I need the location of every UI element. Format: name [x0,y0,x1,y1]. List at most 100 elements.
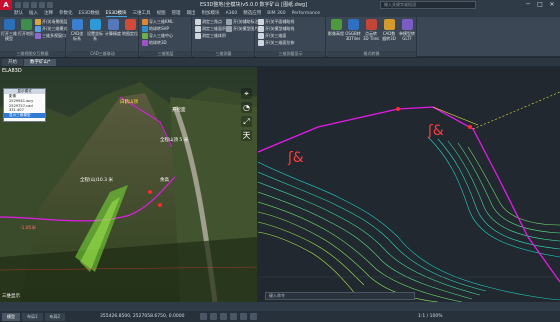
image-icon [226,26,232,32]
redo-icon[interactable] [47,2,53,8]
earth-to-3d-button[interactable]: 地球转3D [142,40,167,46]
sky-toggle-button[interactable]: 天 [241,130,252,141]
bottom-bar: 模型 布局1 布局2 [0,311,560,322]
tab-addins[interactable]: 附加模块 [202,10,220,17]
map-locate-button[interactable]: 地图定位 [122,19,138,36]
panel-title: 三维视图交互数据 [0,51,65,57]
tab-model[interactable]: 模型 [2,312,20,321]
cad-coordinate-button[interactable]: CAD坐标系 [69,19,85,41]
panel-title: 三维测量显示 [256,51,325,57]
title-bar: A ES3D整地(全模块)v5.0.0 数字矿山 [图纸.dwg] 输入关键字或… [0,0,560,10]
axis-icon [71,19,83,30]
cad-icon [383,19,395,30]
image-elevation-button[interactable]: 影像高程 [328,19,344,36]
cad-drawing-viewport[interactable]: ʃ& ʃ& [258,67,560,302]
kml-icon [142,19,148,25]
dropdown-item-selected[interactable]: 显示三维模型 [4,113,45,118]
cad-to-3d-button[interactable]: CAD数据转3D [381,19,397,41]
tab-3d-tools[interactable]: 三维工具 [133,10,151,17]
scene-label: -1.85米 [20,226,37,231]
precision-button[interactable]: 计算精度 [105,19,121,36]
document-tab-bar: 开始 数字矿山* [0,58,560,66]
ribbon-panel-3d-measure: 测定三角点 测定三维面积 测定三维体积 开/关辅助标注 开/关模型图片 三维测量 [193,17,258,57]
toggle-aux-label-button[interactable]: 开/关辅助标注 [226,19,258,25]
osgb-icon [347,19,359,30]
window-title: ES3D整地(全模块)v5.0.0 数字矿山 [图纸.dwg] [200,2,308,8]
measure-triangle-button[interactable]: 测定三角点 [195,19,222,25]
toggle-3d-face-button[interactable]: 开/关三维面 [258,33,286,39]
toggle-3d-face-extrude-button[interactable]: 开/关三维面拉伸 [258,40,294,46]
orbit-icon[interactable]: ◔ [241,102,252,113]
doc-tab-drawing[interactable]: 数字矿山* [24,59,57,66]
elevation-icon [330,19,342,30]
tab-layout-1[interactable]: 布局1 [22,312,43,321]
calculator-icon [107,19,119,30]
tab-view[interactable]: 视图 [157,10,166,17]
grid-icon[interactable] [200,313,207,320]
fullscreen-icon[interactable]: ⤢ [241,116,252,127]
3d-navigation-bar: ⌖ ◔ ⤢ 天 [241,88,255,144]
minimize-button[interactable]: ─ [522,0,534,10]
undo-icon[interactable] [39,2,45,8]
ribbon-panel-3d-display: 开/关平面辅助线 开/关模型辅助线 开/关三维面 开/关三维面拉伸 三维测量显示 [256,17,326,57]
polar-icon[interactable] [230,313,237,320]
osnap-icon[interactable] [240,313,247,320]
multi-view-button[interactable]: 三维多视窗口 [35,33,66,39]
toggle-model-image-button[interactable]: 开/关模型图片 [226,26,258,32]
import-3d-center-button[interactable]: 导入三维中心 [142,33,173,39]
measure-area-button[interactable]: 测定三维面积 [195,26,226,32]
tab-manage[interactable]: 管理 [172,10,181,17]
import-kml-button[interactable]: 导入三维KML [142,19,173,25]
search-input[interactable]: 输入关键字或短语 [380,1,476,9]
svg-text:ʃ&: ʃ& [427,123,444,139]
display-mode-dropdown[interactable]: 显示模式 影像 2529541.wcy 2529757.cad 331.407 … [3,88,46,122]
model-icon [142,40,148,46]
tab-output[interactable]: 输出 [187,10,196,17]
save-icon[interactable] [31,2,37,8]
measure-volume-button[interactable]: 测定三维体积 [195,33,226,39]
toggle-scene-layer-button[interactable]: 开/关场景图层 [35,19,67,25]
coordinate-readout: 355426.8500, 2527058.6750, 0.0000 [100,314,185,319]
maximize-button[interactable]: □ [534,0,546,10]
tab-layout-2[interactable]: 布局2 [44,312,66,321]
panel-title: 格式转换 [327,51,416,57]
area-icon [195,26,201,32]
model-to-gltf-button[interactable]: 单模型转GLTF [399,19,415,41]
open-file-icon[interactable] [23,2,29,8]
earth-icon [142,26,148,32]
gltf-icon [401,19,413,30]
command-line-input[interactable]: 键入命令 [265,292,415,300]
snap-icon[interactable] [210,313,217,320]
toggle-model-aux-line-button[interactable]: 开/关模型辅助线 [258,26,294,32]
tab-featured-apps[interactable]: 精选应用 [243,10,261,17]
tab-es3d-module[interactable]: ES3D模块 [105,10,127,17]
osgb-to-3dtiles-button[interactable]: OSGB转3DTiles [345,19,361,41]
ribbon-panel-cad-link: CAD坐标系 设置坐标系 计算精度 地图定位 CAD三维联动 [67,17,139,57]
open-terrain-button[interactable]: 打开地形 [18,19,34,36]
tab-insert[interactable]: 插入 [29,10,38,17]
app-logo-icon[interactable]: A [0,0,12,10]
compass-icon[interactable]: ⌖ [241,88,252,99]
set-coordinate-button[interactable]: 设置坐标系 [87,19,103,41]
tab-annotate[interactable]: 注释 [44,10,53,17]
tab-es3d-data[interactable]: ES3D数据 [79,10,100,17]
annotation-scale[interactable]: 1:1 / 100% [418,312,442,321]
doc-tab-start[interactable]: 开始 [2,59,23,66]
new-file-icon[interactable] [15,2,21,8]
tab-parametric[interactable]: 参数化 [59,10,73,17]
open-3d-model-button[interactable]: 打开三维模型 [1,19,17,41]
toggle-3d-mode-button[interactable]: 开/关三维模式 [35,26,67,32]
tab-default[interactable]: 默认 [14,10,23,17]
toggle-plan-aux-line-button[interactable]: 开/关平面辅助线 [258,19,294,25]
tab-bim360[interactable]: BIM 360 [267,10,285,17]
earth-to-shp-button[interactable]: 地球转SHP [142,26,169,32]
ortho-icon[interactable] [220,313,227,320]
status-bar [0,302,560,311]
close-button[interactable]: ✕ [546,0,558,10]
pointcloud-to-3dtiles-button[interactable]: 点云转3D Tiles [363,19,379,41]
lineweight-icon[interactable] [250,313,257,320]
tab-a360[interactable]: A360 [226,10,238,17]
contour-drawing: ʃ& ʃ& [258,67,560,302]
tab-performance[interactable]: Performance [292,10,321,17]
pointcloud-icon [365,19,377,30]
